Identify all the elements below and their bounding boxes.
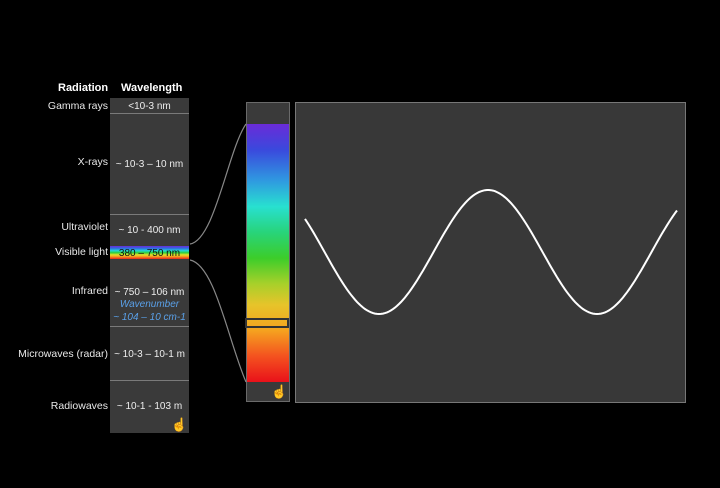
zoom-connector-bottom [189, 259, 247, 383]
diagram-overlay [189, 123, 678, 383]
zoom-connector-top [189, 123, 247, 245]
sine-wave [304, 189, 678, 316]
